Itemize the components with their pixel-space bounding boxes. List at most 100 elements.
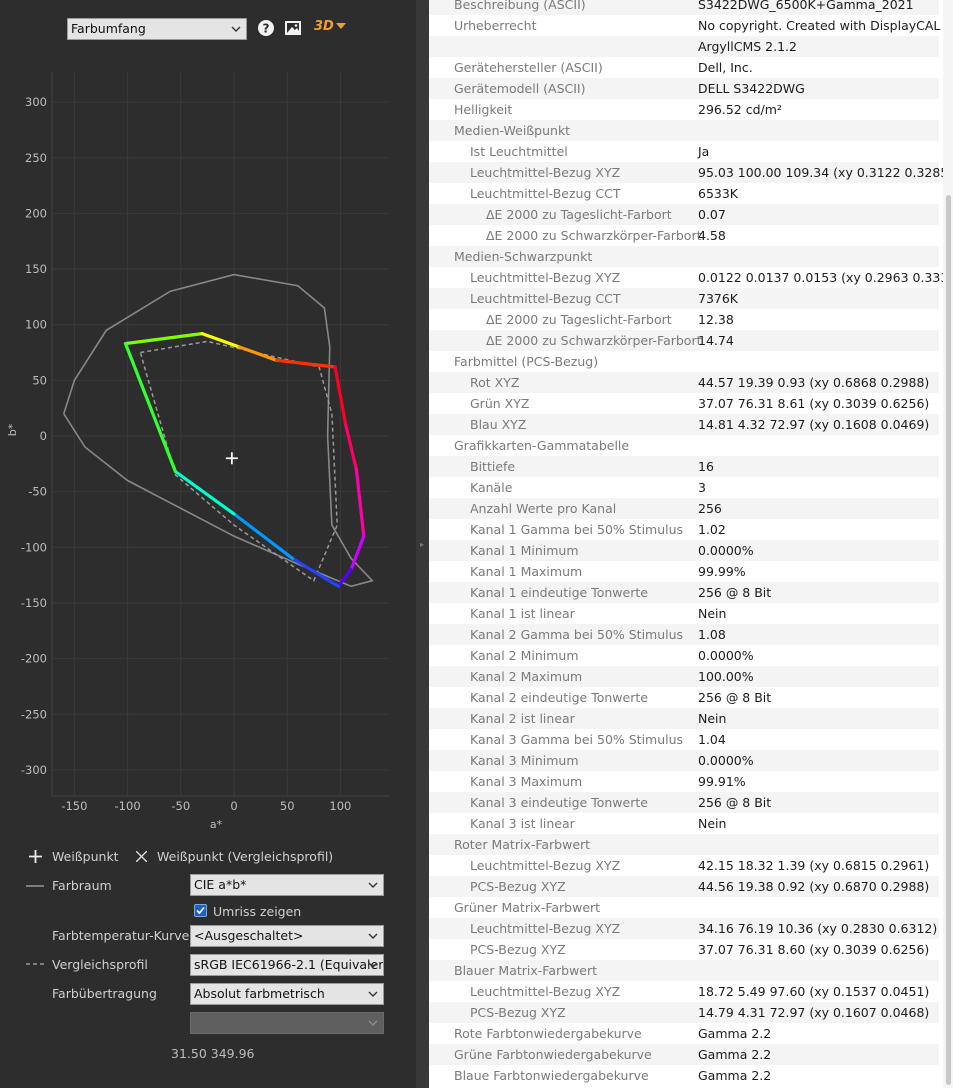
info-row-value: 44.56 19.38 0.92 (xy 0.6870 0.2988) xyxy=(698,879,930,894)
info-row[interactable]: Kanal 1 Minimum 0.0000% xyxy=(429,540,939,561)
info-row[interactable]: ΔE 2000 zu Tageslicht-Farbort 0.07 xyxy=(429,204,939,225)
info-row[interactable]: Medien-Weißpunkt xyxy=(429,120,939,141)
info-row[interactable]: Leuchtmittel-Bezug CCT 7376K xyxy=(429,288,939,309)
save-image-icon[interactable] xyxy=(283,18,303,38)
gamut-segment xyxy=(173,470,236,516)
info-row[interactable]: Gerätemodell (ASCII) DELL S3422DWG xyxy=(429,78,939,99)
info-row-value: 34.16 76.19 10.36 (xy 0.2830 0.6312) xyxy=(698,921,938,936)
info-row-key: Urheberrecht xyxy=(454,18,537,33)
info-row[interactable]: ΔE 2000 zu Schwarzkörper-Farbort 14.74 xyxy=(429,330,939,351)
y-tick-label: 150 xyxy=(25,262,47,276)
info-row[interactable]: Bittiefe 16 xyxy=(429,456,939,477)
outline-checkbox[interactable] xyxy=(194,904,207,917)
chevron-down-icon xyxy=(368,1020,378,1026)
info-row[interactable]: Leuchtmittel-Bezug XYZ 42.15 18.32 1.39 (… xyxy=(429,855,939,876)
compare-profile-select[interactable]: sRGB IEC61966-2.1 (Equivaler xyxy=(190,954,384,976)
info-row[interactable]: Kanal 2 Maximum 100.00% xyxy=(429,666,939,687)
info-row[interactable]: Beschreibung (ASCII) S3422DWG_6500K+Gamma… xyxy=(429,0,939,15)
transfer-label: Farbübertragung xyxy=(52,986,157,1001)
info-row-key: Grün XYZ xyxy=(470,396,530,411)
help-icon[interactable]: ? xyxy=(256,18,276,38)
info-row[interactable]: Rote Farbtonwiedergabekurve Gamma 2.2 xyxy=(429,1023,939,1044)
info-row-value: 1.08 xyxy=(698,627,726,642)
gamut-chart: -150 -100 -50 0 50 100 300 250 200 150 100 50 0 -50 -1… xyxy=(6,72,389,831)
info-row[interactable]: PCS-Bezug XYZ 44.56 19.38 0.92 (xy 0.6870… xyxy=(429,876,939,897)
outline-series xyxy=(62,273,374,588)
info-row[interactable]: PCS-Bezug XYZ 14.79 4.31 72.97 (xy 0.1607… xyxy=(429,1002,939,1023)
y-tick-label: 100 xyxy=(25,318,47,332)
info-row[interactable]: Leuchtmittel-Bezug XYZ 0.0122 0.0137 0.01… xyxy=(429,267,953,288)
info-row-key: Leuchtmittel-Bezug XYZ xyxy=(470,921,621,936)
3d-view-button[interactable]: 3D xyxy=(314,18,350,38)
colorspace-select[interactable]: CIE a*b* xyxy=(190,874,384,896)
info-row[interactable]: Kanal 3 eindeutige Tonwerte 256 @ 8 Bit xyxy=(429,792,939,813)
info-row[interactable]: Urheberrecht No copyright. Created with D… xyxy=(429,15,953,36)
info-row[interactable]: Grüner Matrix-Farbwert xyxy=(429,897,939,918)
info-row[interactable]: Blaue Farbtonwiedergabekurve Gamma 2.2 xyxy=(429,1065,939,1086)
info-row[interactable]: Leuchtmittel-Bezug XYZ 95.03 100.00 109.3… xyxy=(429,162,953,183)
info-row-key: Rote Farbtonwiedergabekurve xyxy=(454,1026,642,1041)
info-row[interactable]: Kanal 2 ist linear Nein xyxy=(429,708,939,729)
colortemp-select[interactable]: <Ausgeschaltet> xyxy=(190,925,384,947)
x-tick-label: -50 xyxy=(171,799,190,813)
vertical-scrollbar[interactable] xyxy=(943,0,953,1088)
x-tick-label: 50 xyxy=(280,799,295,813)
info-row[interactable]: ArgyllCMS 2.1.2 xyxy=(429,36,939,57)
info-row[interactable]: Leuchtmittel-Bezug XYZ 18.72 5.49 97.60 (… xyxy=(429,981,939,1002)
info-row[interactable]: ΔE 2000 zu Tageslicht-Farbort 12.38 xyxy=(429,309,939,330)
info-row[interactable]: Kanal 3 Gamma bei 50% Stimulus 1.04 xyxy=(429,729,939,750)
info-row-value: 14.81 4.32 72.97 (xy 0.1608 0.0469) xyxy=(698,417,930,432)
info-row[interactable]: Kanal 3 Maximum 99.91% xyxy=(429,771,939,792)
info-row[interactable]: Kanal 1 Maximum 99.99% xyxy=(429,561,939,582)
info-row[interactable]: Leuchtmittel-Bezug XYZ 34.16 76.19 10.36 … xyxy=(429,918,939,939)
info-row[interactable]: Kanal 3 ist linear Nein xyxy=(429,813,939,834)
info-row[interactable]: PCS-Bezug XYZ 37.07 76.31 8.60 (xy 0.3039… xyxy=(429,939,939,960)
info-row[interactable]: Leuchtmittel-Bezug CCT 6533K xyxy=(429,183,939,204)
panel-splitter[interactable]: ▸ xyxy=(416,0,429,1088)
info-row[interactable]: Grüne Farbtonwiedergabekurve Gamma 2.2 xyxy=(429,1044,939,1065)
scrollbar-thumb[interactable] xyxy=(946,195,951,1085)
info-row[interactable]: Ist Leuchtmittel Ja xyxy=(429,141,939,162)
x-tick-label: -150 xyxy=(61,799,87,813)
chevron-down-icon xyxy=(368,991,378,997)
info-row[interactable]: Gerätehersteller (ASCII) Dell, Inc. xyxy=(429,57,939,78)
info-row-value: 14.74 xyxy=(698,333,734,348)
info-row-key: Kanal 3 eindeutige Tonwerte xyxy=(470,795,648,810)
info-row[interactable]: Grafikkarten-Gammatabelle xyxy=(429,435,939,456)
chevron-down-icon xyxy=(368,962,378,968)
info-row-value: Nein xyxy=(698,606,727,621)
info-row-key: Kanal 2 Minimum xyxy=(470,648,579,663)
info-row[interactable]: Kanal 3 Minimum 0.0000% xyxy=(429,750,939,771)
y-tick-label: 250 xyxy=(25,151,47,165)
info-row-key: Kanal 3 ist linear xyxy=(470,816,575,831)
info-row-key: Farbmittel (PCS-Bezug) xyxy=(454,354,599,369)
info-row[interactable]: Kanal 1 ist linear Nein xyxy=(429,603,939,624)
info-row[interactable]: Kanal 2 eindeutige Tonwerte 256 @ 8 Bit xyxy=(429,687,939,708)
info-row[interactable]: Helligkeit 296.52 cd/m² xyxy=(429,99,939,120)
y-axis-label: b* xyxy=(6,423,19,436)
info-row[interactable]: Roter Matrix-Farbwert xyxy=(429,834,939,855)
y-tick-label: -150 xyxy=(21,596,47,610)
info-row-value: 37.07 76.31 8.60 (xy 0.3039 0.6256) xyxy=(698,942,930,957)
info-row[interactable]: Grün XYZ 37.07 76.31 8.61 (xy 0.3039 0.62… xyxy=(429,393,939,414)
info-row[interactable]: Blauer Matrix-Farbwert xyxy=(429,960,939,981)
info-row-key: Kanal 2 eindeutige Tonwerte xyxy=(470,690,648,705)
info-row[interactable]: ΔE 2000 zu Schwarzkörper-Farbort 4.58 xyxy=(429,225,939,246)
info-row[interactable]: Kanal 1 eindeutige Tonwerte 256 @ 8 Bit xyxy=(429,582,939,603)
info-row[interactable]: Farbmittel (PCS-Bezug) xyxy=(429,351,939,372)
info-row[interactable]: Kanal 2 Gamma bei 50% Stimulus 1.08 xyxy=(429,624,939,645)
info-row[interactable]: Blau XYZ 14.81 4.32 72.97 (xy 0.1608 0.04… xyxy=(429,414,939,435)
info-row-value: 1.04 xyxy=(698,732,726,747)
y-tick-label: -100 xyxy=(21,540,47,554)
info-row[interactable]: Anzahl Werte pro Kanal 256 xyxy=(429,498,939,519)
info-row-value: 296.52 cd/m² xyxy=(698,102,782,117)
info-row[interactable]: Kanal 1 Gamma bei 50% Stimulus 1.02 xyxy=(429,519,939,540)
transfer-select[interactable]: Absolut farbmetrisch xyxy=(190,983,384,1005)
info-row[interactable]: Kanal 2 Minimum 0.0000% xyxy=(429,645,939,666)
info-row[interactable]: Medien-Schwarzpunkt xyxy=(429,246,939,267)
info-row[interactable]: Rot XYZ 44.57 19.39 0.93 (xy 0.6868 0.298… xyxy=(429,372,939,393)
dashed-line-swatch xyxy=(26,963,44,965)
info-row[interactable]: Kanäle 3 xyxy=(429,477,939,498)
view-select[interactable]: Farbumfang xyxy=(67,18,247,40)
x-axis-label: a* xyxy=(210,818,223,831)
